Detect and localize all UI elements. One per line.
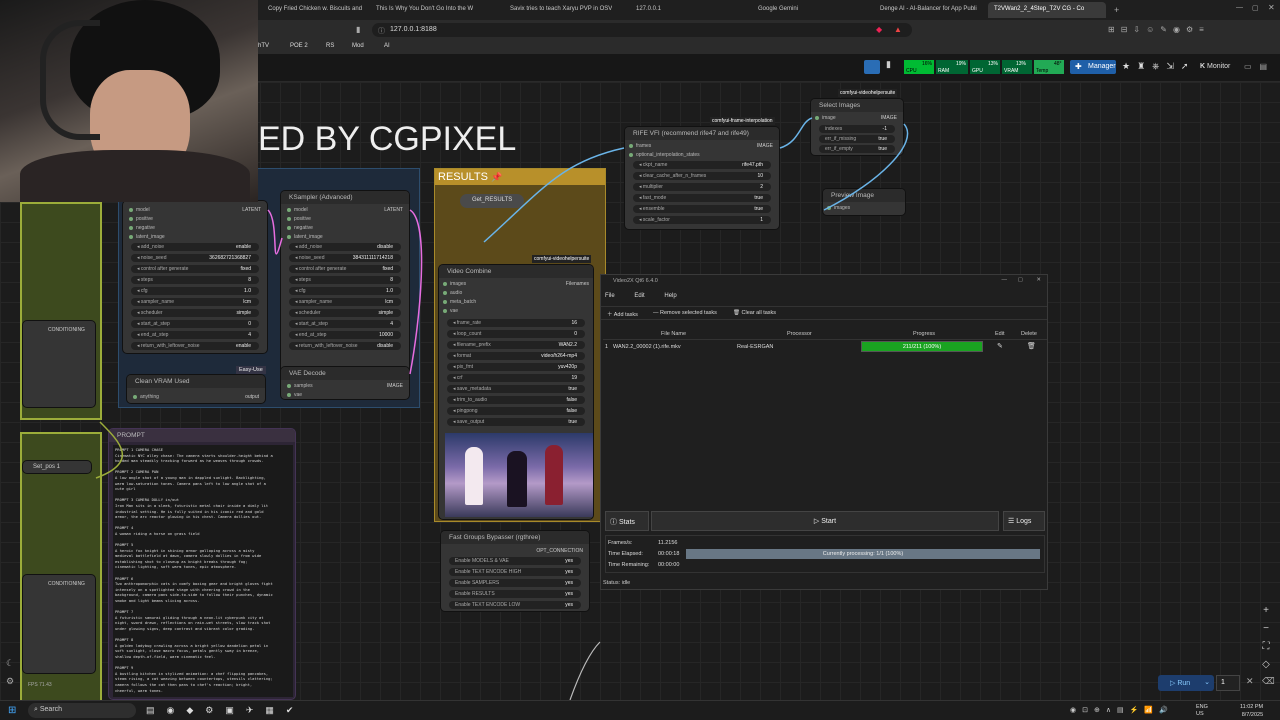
taskbar-search[interactable]: ⌕ Search <box>28 703 136 718</box>
browser-tab[interactable]: Copy Fried Chicken w. Biscuits and <box>262 2 366 18</box>
browser-tab-active[interactable]: T2VWan2_2_4Step_T2V CG - Co <box>988 2 1106 18</box>
run-button[interactable]: ▷ Run ⌄ <box>1158 675 1214 691</box>
windows-start-icon[interactable]: ⊞ <box>8 705 16 716</box>
info-icon: ⓘ <box>610 519 617 526</box>
close-icon[interactable]: ✕ <box>1036 277 1041 283</box>
queue-icon[interactable] <box>864 60 880 74</box>
chevron-down-icon[interactable]: ⌄ <box>1204 678 1210 686</box>
window-titlebar[interactable]: Video2X Qt6 6.4.0 — ▢ ✕ <box>601 275 1047 287</box>
menu-help[interactable]: Help <box>664 293 676 299</box>
logs-button[interactable]: ☰ Logs <box>1003 511 1045 531</box>
brave-shield-icon[interactable]: ◆ <box>876 25 882 34</box>
browser-tab[interactable]: 127.0.0.1 <box>630 2 730 18</box>
zoom-out-icon[interactable]: − <box>1258 620 1274 638</box>
table-row[interactable]: 1 WAN2.2_00002 (1).rife.mkv Real-ESRGAN … <box>603 341 1047 353</box>
clock[interactable]: 11:02 PM 8/7/2025 <box>1240 703 1263 719</box>
cpu-meter: 16% CPU <box>904 60 934 74</box>
toolbar: ＋ Add tasks — Remove selected tasks 🗑 Cl… <box>601 306 1047 320</box>
trash-icon: 🗑 <box>733 310 740 316</box>
zoom-controls[interactable]: + − ⛶ ◇ <box>1258 602 1274 674</box>
monitor-icon: K <box>1200 63 1206 70</box>
queue-count-input[interactable]: 1 <box>1216 675 1240 691</box>
settings-icon[interactable]: ⚙ <box>6 676 14 687</box>
close-window-icon[interactable]: ✕ <box>1268 3 1275 12</box>
toggle-links-icon[interactable]: ◇ <box>1258 656 1274 674</box>
bookmark-item[interactable]: hTV <box>258 43 269 49</box>
bookmark-icon[interactable]: ▮ <box>356 25 360 34</box>
delete-icon[interactable]: 🗑 <box>1027 342 1036 350</box>
menu-file[interactable]: File <box>605 293 615 299</box>
monitor-button[interactable]: K Monitor <box>1200 63 1230 70</box>
browser-tab[interactable]: Savix tries to teach Xaryu PVP in OSV <box>504 2 612 18</box>
stats-button[interactable]: ⓘ Stats <box>605 511 649 531</box>
status-text: Status: idle <box>603 580 631 586</box>
add-tasks-button[interactable]: ＋ Add tasks <box>607 310 638 318</box>
menu-bar: File Edit Help <box>605 293 677 299</box>
extension-icons[interactable]: ⊞⊟⇩☺✎◉⚙≡ <box>1108 25 1210 34</box>
tray-icons[interactable]: ◉⊡⊕∧▤⚡📶🔊 <box>1070 706 1174 714</box>
fit-view-icon[interactable]: ⛶ <box>1258 638 1274 656</box>
bookmark-item[interactable]: AI <box>384 43 390 49</box>
log-icon: ☰ <box>1008 518 1015 525</box>
task-table-header: File Name Processor Progress Edit Delete <box>603 329 1047 340</box>
manager-button[interactable]: ✚ Manager <box>1070 60 1116 74</box>
address-text: 127.0.0.1:8188 <box>390 26 437 33</box>
browser-tab[interactable]: This Is Why You Don't Go Into the W <box>370 2 488 18</box>
browser-tab[interactable]: Denge AI - AI-Balancer for App Publi <box>874 2 982 18</box>
gpu-meter: 13% GPU <box>970 60 1000 74</box>
panel-icons[interactable]: ▭▤ <box>1244 62 1275 71</box>
vram-meter: 13% VRAM <box>1002 60 1032 74</box>
start-button[interactable]: ▷ Start <box>651 511 999 531</box>
brave-rewards-icon[interactable]: ▲ <box>894 25 902 34</box>
browser-tab[interactable]: Google Gemini <box>752 2 862 18</box>
windows-taskbar: ⊞ ⌕ Search ▤◉◆⚙▣✈▦✔ ◉⊡⊕∧▤⚡📶🔊 ENG US 11:0… <box>0 700 1280 720</box>
address-field[interactable]: ⓘ 127.0.0.1:8188 ◆ ▲ <box>372 23 912 37</box>
temp-meter: 48° Temp <box>1034 60 1064 74</box>
stats-panel: Frames/s: 11.2156 Time Elapsed: 00:00:18… <box>605 535 1045 573</box>
search-icon: ⌕ <box>34 706 38 713</box>
current-progress-bar: Currently processing: 1/1 (100%) <box>686 549 1040 559</box>
new-tab-icon[interactable]: + <box>1114 5 1119 15</box>
theme-icon[interactable]: ☾ <box>6 658 14 669</box>
minimize-icon[interactable]: — <box>1002 277 1008 283</box>
webcam-overlay <box>0 0 258 202</box>
minus-icon: — <box>653 310 659 316</box>
ram-meter: 19% RAM <box>936 60 968 74</box>
toolbar-icons[interactable]: ★♜⎈⇲➚ <box>1122 61 1195 72</box>
shoulders-shape <box>20 150 250 202</box>
play-icon: ▷ <box>813 518 820 525</box>
minimize-icon[interactable]: — <box>1236 4 1243 11</box>
taskbar-app-icons[interactable]: ▤◉◆⚙▣✈▦✔ <box>146 705 305 716</box>
plus-icon: ＋ <box>607 312 613 318</box>
zoom-in-icon[interactable]: + <box>1258 602 1274 620</box>
info-icon[interactable]: ⓘ <box>378 26 385 36</box>
maximize-icon[interactable]: ▢ <box>1018 277 1023 283</box>
clear-tasks-button[interactable]: 🗑 Clear all tasks <box>733 310 776 316</box>
bookmark-item[interactable]: RS <box>326 43 334 49</box>
clear-queue-icon[interactable]: ⌫ <box>1262 676 1275 687</box>
remove-tasks-button[interactable]: — Remove selected tasks <box>653 310 717 316</box>
bookmark-icon[interactable]: ▮ <box>886 59 891 70</box>
bookmark-item[interactable]: Mod <box>352 43 364 49</box>
headphone-shape <box>40 20 100 140</box>
video2x-window[interactable]: Video2X Qt6 6.4.0 — ▢ ✕ File Edit Help ＋… <box>600 274 1048 590</box>
edit-icon[interactable]: ✎ <box>997 342 1003 350</box>
task-progress-bar: 211/211 (100%) <box>861 341 983 352</box>
maximize-icon[interactable]: ▢ <box>1252 4 1259 12</box>
puzzle-icon: ✚ <box>1075 62 1082 71</box>
bookmark-item[interactable]: POE 2 <box>290 43 308 49</box>
menu-edit[interactable]: Edit <box>634 293 644 299</box>
cancel-icon[interactable]: ✕ <box>1246 676 1254 687</box>
play-icon: ▷ <box>1170 680 1176 687</box>
language-indicator[interactable]: ENG US <box>1196 704 1208 718</box>
